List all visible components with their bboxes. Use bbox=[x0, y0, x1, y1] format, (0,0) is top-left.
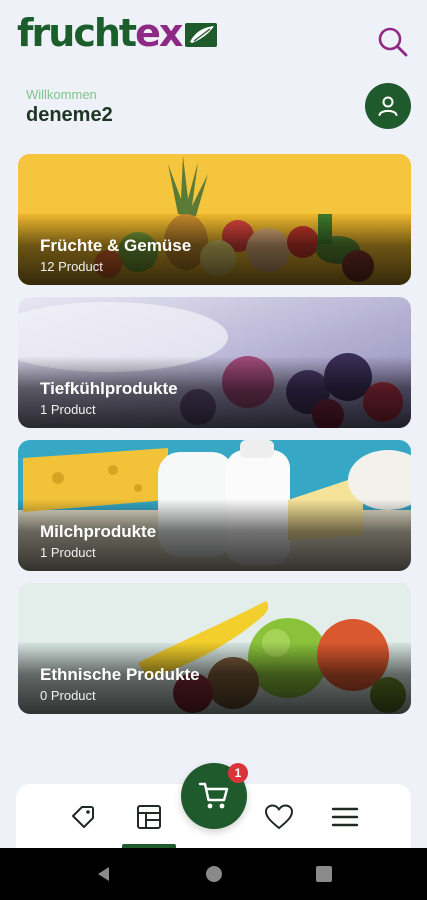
category-card-ethnic[interactable]: Ethnische Produkte 0 Product bbox=[18, 583, 411, 714]
logo-text-purple: ex bbox=[135, 11, 183, 55]
app-header: frucht ex Willkommen deneme2 bbox=[0, 0, 427, 150]
home-icon[interactable] bbox=[204, 864, 224, 884]
profile-button[interactable] bbox=[365, 83, 411, 129]
welcome-label: Willkommen bbox=[26, 87, 97, 102]
system-navigation-bar bbox=[0, 848, 427, 900]
heart-icon bbox=[265, 804, 293, 829]
user-icon bbox=[378, 96, 398, 116]
nav-favorites[interactable] bbox=[262, 800, 296, 834]
nav-catalog[interactable] bbox=[132, 800, 166, 834]
recents-icon[interactable] bbox=[314, 864, 334, 884]
search-button[interactable] bbox=[375, 24, 411, 60]
category-count: 1 Product bbox=[40, 545, 96, 560]
username: deneme2 bbox=[26, 104, 113, 126]
search-icon bbox=[378, 27, 408, 57]
category-count: 1 Product bbox=[40, 402, 96, 417]
category-title: Milchprodukte bbox=[40, 522, 157, 541]
tag-icon bbox=[72, 806, 94, 828]
category-count: 12 Product bbox=[40, 259, 103, 274]
nav-offers[interactable] bbox=[66, 800, 100, 834]
menu-icon bbox=[331, 807, 359, 827]
category-title: Früchte & Gemüse bbox=[40, 236, 192, 255]
nav-menu[interactable] bbox=[328, 800, 362, 834]
cart-icon bbox=[198, 782, 229, 809]
category-count: 0 Product bbox=[40, 688, 96, 703]
cart-count-badge: 1 bbox=[228, 763, 248, 783]
back-icon[interactable] bbox=[94, 864, 114, 884]
category-list: Früchte & Gemüse 12 Product Tiefkühlprod… bbox=[18, 154, 411, 726]
fruchtex-logo: frucht ex bbox=[17, 14, 218, 52]
category-title: Ethnische Produkte bbox=[40, 665, 200, 684]
catalog-icon bbox=[137, 805, 161, 829]
logo-text-green: frucht bbox=[17, 11, 137, 55]
category-card-frozen[interactable]: Tiefkühlprodukte 1 Product bbox=[18, 297, 411, 428]
logo-leaf-icon bbox=[185, 23, 218, 47]
category-title: Tiefkühlprodukte bbox=[40, 379, 178, 398]
category-card-fruits-vegetables[interactable]: Früchte & Gemüse 12 Product bbox=[18, 154, 411, 285]
category-card-dairy[interactable]: Milchprodukte 1 Product bbox=[18, 440, 411, 571]
